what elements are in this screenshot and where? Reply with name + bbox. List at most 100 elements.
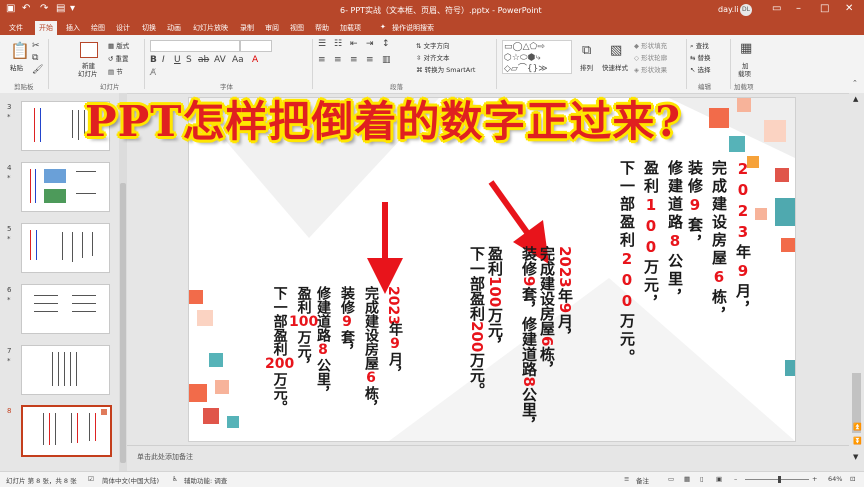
tab-help[interactable]: 帮助 xyxy=(315,23,329,33)
accessibility-status[interactable]: 辅助功能: 调查 xyxy=(184,475,227,485)
section-button[interactable]: ▤ 节 xyxy=(108,66,123,76)
notes-pane[interactable]: 单击此处添加备注 xyxy=(127,445,849,472)
user-name[interactable]: day.li xyxy=(718,5,739,14)
tab-design[interactable]: 设计 xyxy=(116,23,130,33)
columns-icon[interactable]: ▥ xyxy=(382,55,391,65)
format-painter-icon[interactable]: 🖌 xyxy=(32,65,43,75)
redo-icon[interactable]: ↷ xyxy=(40,3,48,14)
avatar[interactable]: DL xyxy=(740,4,752,16)
tab-addins[interactable]: 加载项 xyxy=(340,23,361,33)
clear-format-icon[interactable]: A̸ xyxy=(150,68,156,78)
align-right-icon[interactable]: ≡ xyxy=(350,55,358,65)
slide-thumbnail-7[interactable] xyxy=(21,345,110,395)
next-slide-icon[interactable]: ⏬ xyxy=(853,437,862,445)
find-button[interactable]: ⌕ 查找 xyxy=(690,40,709,51)
shadow-icon[interactable]: S xyxy=(186,55,192,65)
spellcheck-icon[interactable]: ☑ xyxy=(88,475,94,483)
tab-view[interactable]: 视图 xyxy=(290,23,304,33)
tab-home[interactable]: 开始 xyxy=(35,21,57,35)
paste-button[interactable]: 粘贴 xyxy=(10,62,23,72)
font-color-icon[interactable]: A xyxy=(252,55,258,65)
maximize-icon[interactable]: □ xyxy=(820,3,829,14)
slide-thumbnail-6[interactable] xyxy=(21,284,110,334)
previous-slide-icon[interactable]: ⏫ xyxy=(853,423,862,431)
layout-button[interactable]: ▦ 版式 xyxy=(108,40,129,50)
slide-thumbnail-4[interactable] xyxy=(21,162,110,212)
reset-button[interactable]: ↺ 重置 xyxy=(108,53,129,63)
fit-to-window-icon[interactable]: ⊡ xyxy=(850,475,855,483)
shape-effects-button[interactable]: ◈ 形状效果 xyxy=(634,64,667,74)
justify-icon[interactable]: ≡ xyxy=(366,55,374,65)
tab-transitions[interactable]: 切换 xyxy=(142,23,156,33)
copy-icon[interactable]: ⧉ xyxy=(32,53,38,63)
font-name-combo[interactable] xyxy=(150,40,240,52)
select-button[interactable]: ↖ 选择 xyxy=(690,64,711,74)
font-size-combo[interactable] xyxy=(240,40,272,52)
reading-view-icon[interactable]: ▯ xyxy=(700,475,704,483)
cut-icon[interactable]: ✂ xyxy=(32,41,40,51)
bold-icon[interactable]: B xyxy=(150,55,157,65)
new-slide-button-label[interactable]: 幻灯片 xyxy=(78,68,98,78)
bullets-icon[interactable]: ☰ xyxy=(318,39,326,49)
tab-record[interactable]: 录制 xyxy=(240,23,254,33)
char-spacing-icon[interactable]: AV xyxy=(214,55,226,65)
notes-toggle[interactable]: 备注 xyxy=(636,475,649,485)
italic-icon[interactable]: I xyxy=(162,55,165,65)
zoom-slider[interactable] xyxy=(745,479,809,480)
normal-view-icon[interactable]: ▭ xyxy=(668,475,674,483)
tab-animations[interactable]: 动画 xyxy=(167,23,181,33)
tab-insert[interactable]: 插入 xyxy=(66,23,80,33)
addins-icon[interactable]: ▦ xyxy=(740,41,752,56)
zoom-in-icon[interactable]: + xyxy=(812,475,817,483)
decrease-indent-icon[interactable]: ⇤ xyxy=(350,39,358,49)
arrange-button[interactable]: 排列 xyxy=(580,62,593,72)
shape-fill-button[interactable]: ◆ 形状填充 xyxy=(634,40,667,50)
zoom-level[interactable]: 64% xyxy=(828,475,842,483)
replace-button[interactable]: ⇆ 替换 xyxy=(690,52,711,62)
slideshow-icon[interactable]: ▣ xyxy=(716,475,722,483)
shapes-gallery[interactable]: ▭◯△⬠⇨ ⬡☆⬭⬢⤷ ◇▱⌒{}≫ xyxy=(502,40,572,74)
customize-quick-access-icon[interactable]: ▾ xyxy=(70,3,75,14)
ribbon-display-icon[interactable]: ▭ xyxy=(772,3,781,14)
scroll-up-icon[interactable]: ▲ xyxy=(853,95,858,103)
tab-draw[interactable]: 绘图 xyxy=(91,23,105,33)
shape-outline-button[interactable]: ◇ 形状轮廓 xyxy=(634,52,667,62)
strikethrough-icon[interactable]: ab xyxy=(198,55,209,65)
align-center-icon[interactable]: ≡ xyxy=(334,55,342,65)
start-from-beginning-icon[interactable]: ▤ xyxy=(56,3,65,14)
thumbnail-scrollbar[interactable] xyxy=(119,93,127,471)
tab-review[interactable]: 审阅 xyxy=(265,23,279,33)
scroll-down-icon[interactable]: ▼ xyxy=(853,453,858,461)
addins-button-label[interactable]: 载项 xyxy=(738,68,751,78)
tab-file[interactable]: 文件 xyxy=(9,23,23,33)
increase-indent-icon[interactable]: ⇥ xyxy=(366,39,374,49)
thumbnail-scroll-thumb[interactable] xyxy=(120,183,126,463)
tab-slideshow[interactable]: 幻灯片放映 xyxy=(193,23,228,33)
close-icon[interactable]: ✕ xyxy=(845,3,853,14)
text-direction-button[interactable]: ⇅ 文字方向 xyxy=(416,40,450,50)
slide-scrollbar[interactable]: ▲ ⏫ ⏬ ▼ xyxy=(849,93,864,471)
slide-thumbnail-8[interactable] xyxy=(21,405,112,457)
align-text-button[interactable]: ⇳ 对齐文本 xyxy=(416,52,450,62)
zoom-out-icon[interactable]: – xyxy=(734,475,737,483)
quick-styles-icon[interactable]: ▧ xyxy=(610,43,622,58)
slide-counter[interactable]: 幻灯片 第 8 张，共 8 张 xyxy=(6,475,77,485)
new-slide-icon[interactable] xyxy=(80,42,98,58)
undo-icon[interactable]: ↶ xyxy=(22,3,30,14)
minimize-icon[interactable]: – xyxy=(796,3,801,14)
quick-styles-button[interactable]: 快速样式 xyxy=(602,62,628,72)
tell-me-search[interactable]: 操作说明搜索 xyxy=(392,23,434,33)
change-case-icon[interactable]: Aa xyxy=(232,55,244,65)
align-left-icon[interactable]: ≡ xyxy=(318,55,326,65)
slide-sorter-icon[interactable]: ▦ xyxy=(684,475,690,483)
paste-icon[interactable]: 📋 xyxy=(10,41,30,60)
line-spacing-icon[interactable]: ↕ xyxy=(382,39,390,49)
slide-thumbnail-5[interactable] xyxy=(21,223,110,273)
arrange-icon[interactable]: ⧉ xyxy=(582,43,591,58)
language-indicator[interactable]: 简体中文(中国大陆) xyxy=(102,475,159,485)
notes-placeholder[interactable]: 单击此处添加备注 xyxy=(137,452,193,462)
collapse-ribbon-icon[interactable]: ⌃ xyxy=(852,79,858,87)
underline-icon[interactable]: U xyxy=(174,55,181,65)
save-icon[interactable]: ▣ xyxy=(6,3,15,14)
zoom-slider-thumb[interactable] xyxy=(778,476,781,483)
